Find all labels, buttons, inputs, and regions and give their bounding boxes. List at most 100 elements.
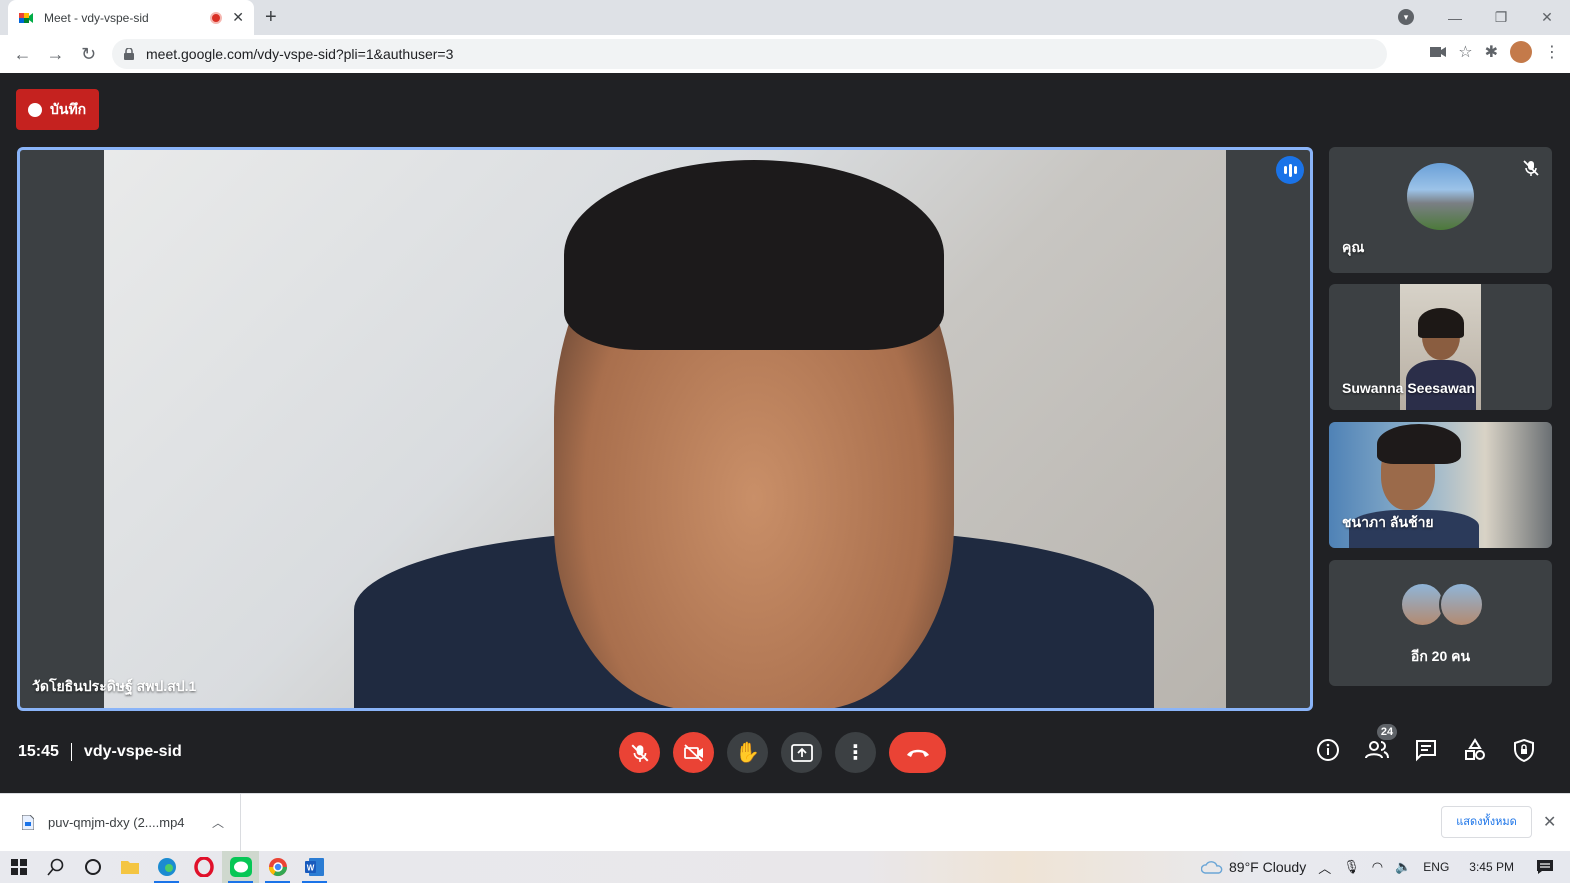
new-tab-button[interactable]: + [265, 6, 277, 29]
call-controls: ✋ ⋮ [619, 732, 946, 773]
more-vert-icon: ⋮ [845, 742, 866, 764]
host-controls-icon[interactable] [1512, 738, 1536, 762]
cortana-button[interactable] [74, 851, 111, 883]
participant-name: คุณ [1342, 239, 1365, 255]
download-file-name: puv-qmjm-dxy (2....mp4 [48, 815, 185, 830]
participant-name: Suwanna Seesawan [1342, 380, 1476, 396]
present-icon [790, 743, 813, 762]
input-language[interactable]: ENG [1423, 860, 1449, 874]
back-icon[interactable]: ← [6, 44, 39, 65]
chrome-icon [268, 858, 287, 877]
taskbar-file-explorer[interactable] [111, 851, 148, 883]
svg-text:W: W [306, 864, 314, 873]
download-shelf: puv-qmjm-dxy (2....mp4 ︿ แสดงทั้งหมด ✕ [0, 793, 1570, 851]
edge-icon [157, 858, 176, 876]
chevron-up-icon[interactable]: ︿ [212, 814, 224, 831]
bookmark-star-icon[interactable]: ☆ [1458, 42, 1472, 62]
recording-label: บันทึก [50, 100, 87, 117]
wifi-icon[interactable]: ◠ [1372, 859, 1383, 875]
mic-off-icon [1523, 160, 1539, 176]
microphone-icon[interactable]: 🎙 [1343, 859, 1360, 875]
search-button[interactable] [37, 851, 74, 883]
camera-off-icon [683, 743, 703, 762]
main-video-tile[interactable]: วัดโยธินประดิษฐ์ สพป.สป.1 [17, 147, 1313, 711]
tab-meet[interactable]: Meet - vdy-vspe-sid ✕ [8, 0, 254, 35]
more-participants-label: อีก 20 คน [1410, 648, 1471, 664]
forward-icon[interactable]: → [39, 44, 72, 65]
mic-off-icon [631, 744, 648, 762]
search-icon [46, 858, 63, 876]
chat-icon[interactable] [1414, 738, 1438, 762]
window-controls: — ❐ ✕ [1432, 0, 1570, 35]
recording-button[interactable]: บันทึก [16, 89, 99, 130]
volume-icon[interactable]: 🔈 [1395, 859, 1411, 875]
taskbar-line[interactable] [222, 851, 259, 883]
chevron-up-icon[interactable]: ︿ [1318, 858, 1331, 877]
notification-icon[interactable] [1536, 859, 1554, 875]
reload-icon[interactable]: ↻ [72, 44, 105, 65]
folder-icon [120, 861, 139, 874]
activities-icon[interactable] [1463, 738, 1487, 762]
cortana-icon [84, 859, 101, 875]
browser-toolbar: ← → ↻ meet.google.com/vdy-vspe-sid?pli=1… [0, 35, 1570, 73]
more-participants-tile[interactable]: อีก 20 คน [1329, 560, 1552, 686]
file-icon [22, 815, 34, 830]
download-item[interactable]: puv-qmjm-dxy (2....mp4 ︿ [0, 794, 241, 851]
taskbar-edge[interactable] [148, 851, 185, 883]
weather-text[interactable]: 89°F Cloudy [1229, 859, 1306, 875]
weather-cloud-icon [1201, 861, 1223, 874]
people-icon [1365, 741, 1389, 759]
google-meet-icon [19, 12, 33, 23]
record-dot-icon [28, 102, 42, 117]
taskbar-word[interactable]: W [296, 851, 333, 883]
minimize-button[interactable]: — [1432, 10, 1478, 26]
meet-stage: บันทึก วัดโยธินประดิษฐ์ สพป.สป.1 คุณ Suw… [0, 73, 1570, 793]
start-button[interactable] [0, 851, 37, 883]
meeting-side-controls: 24 [1316, 724, 1536, 762]
main-participant-name: วัดโยธินประดิษฐ์ สพป.สป.1 [32, 678, 197, 694]
address-bar[interactable]: meet.google.com/vdy-vspe-sid?pli=1&authu… [112, 39, 1387, 69]
windows-taskbar: W 89°F Cloudy ︿ 🎙 ◠ 🔈 ENG 3:45 PM [0, 851, 1570, 883]
hangup-icon [906, 749, 929, 757]
menu-kebab-icon[interactable]: ⋮ [1544, 42, 1560, 62]
clock[interactable]: 3:45 PM [1469, 860, 1514, 874]
close-download-shelf-button[interactable]: ✕ [1543, 812, 1556, 832]
profile-avatar[interactable] [1510, 41, 1532, 63]
participant-tile[interactable]: ชนาภา ลันช้าย [1329, 422, 1552, 548]
word-icon: W [304, 858, 324, 876]
recording-icon [210, 11, 223, 24]
hand-icon: ✋ [735, 742, 760, 764]
more-options-button[interactable]: ⋮ [835, 732, 876, 773]
speaking-indicator-icon [1276, 156, 1304, 184]
line-icon [229, 857, 252, 877]
windows-icon [10, 859, 27, 875]
meet-control-bar: 15:45 vdy-vspe-sid ✋ ⋮ 24 [0, 719, 1570, 793]
mic-toggle-button[interactable] [619, 732, 660, 773]
show-all-downloads-button[interactable]: แสดงทั้งหมด [1441, 806, 1532, 838]
leave-call-button[interactable] [889, 732, 946, 773]
participant-tile[interactable]: Suwanna Seesawan [1329, 284, 1552, 410]
maximize-button[interactable]: ❐ [1478, 9, 1524, 26]
system-tray: 89°F Cloudy ︿ 🎙 ◠ 🔈 ENG 3:45 PM [1201, 851, 1570, 883]
participant-name: ชนาภา ลันช้าย [1342, 514, 1434, 530]
present-screen-button[interactable] [781, 732, 822, 773]
tab-search-icon[interactable]: ▾ [1398, 9, 1414, 25]
meeting-info: 15:45 vdy-vspe-sid [18, 743, 182, 761]
tab-close-button[interactable]: ✕ [232, 9, 244, 26]
people-button[interactable]: 24 [1365, 724, 1397, 762]
url-text: meet.google.com/vdy-vspe-sid?pli=1&authu… [146, 46, 454, 62]
self-avatar [1407, 163, 1474, 230]
tab-title: Meet - vdy-vspe-sid [44, 10, 149, 25]
avatar [1439, 582, 1484, 627]
speaker-hair [564, 160, 944, 350]
raise-hand-button[interactable]: ✋ [727, 732, 768, 773]
meeting-details-icon[interactable] [1316, 738, 1340, 762]
participant-tile-self[interactable]: คุณ [1329, 147, 1552, 273]
close-window-button[interactable]: ✕ [1524, 9, 1570, 26]
extensions-icon[interactable]: ✱ [1485, 42, 1498, 62]
camera-toggle-button[interactable] [673, 732, 714, 773]
taskbar-chrome[interactable] [259, 851, 296, 883]
taskbar-opera[interactable] [185, 851, 222, 883]
meeting-code: vdy-vspe-sid [83, 743, 182, 760]
camera-in-use-icon[interactable] [1430, 46, 1447, 58]
